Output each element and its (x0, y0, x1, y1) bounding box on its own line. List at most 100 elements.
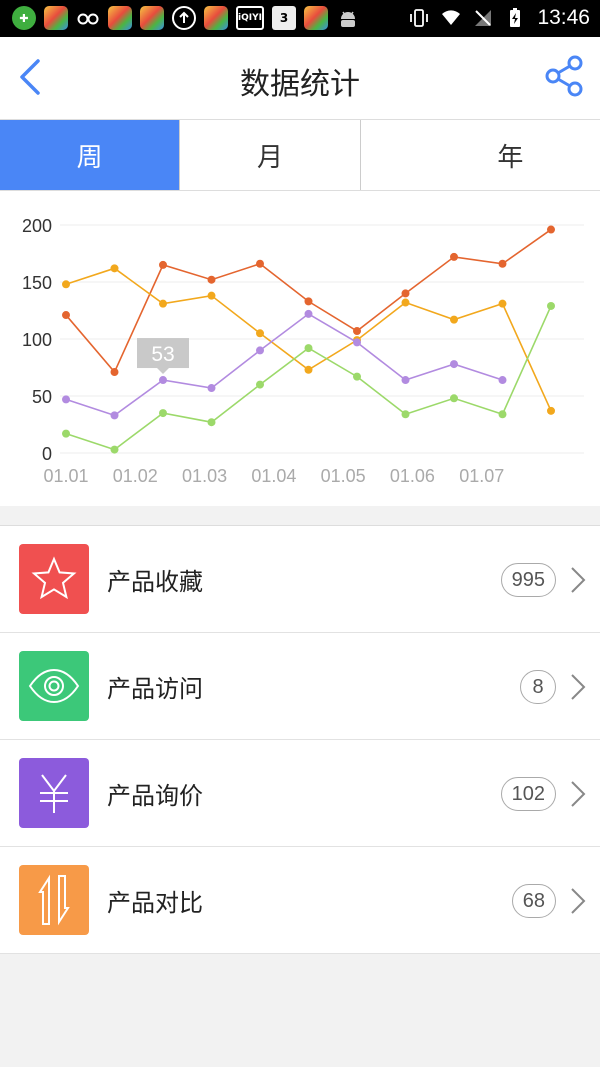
count-badge: 8 (520, 670, 556, 704)
eye-icon (19, 651, 89, 721)
star-icon (19, 544, 89, 614)
list-item-label: 产品访问 (107, 675, 203, 703)
series-line (65, 312, 503, 417)
data-point (304, 344, 313, 353)
data-point (401, 410, 410, 419)
data-point (401, 376, 410, 385)
data-point (110, 264, 119, 273)
list-item-visits[interactable]: 产品访问 8 (0, 633, 600, 740)
notification-icons: ✚ iQIYI 3 (12, 6, 360, 30)
period-tabs: 周 月 年 (0, 119, 600, 191)
x-tick-label: 01.04 (251, 466, 296, 486)
series-line (65, 305, 552, 451)
y-tick-label: 100 (22, 330, 52, 350)
data-point (353, 327, 361, 336)
y-tick-label: 150 (22, 273, 52, 293)
data-point (256, 380, 264, 389)
header: 数据统计 (0, 37, 600, 119)
data-point (304, 365, 313, 374)
tab-week[interactable]: 周 (0, 120, 181, 190)
data-point (547, 406, 555, 415)
data-point (62, 280, 70, 289)
data-point (159, 260, 167, 269)
app-icon (204, 6, 228, 30)
page-title: 数据统计 (240, 67, 360, 102)
swap-arrows-icon (19, 865, 89, 935)
upload-icon (172, 6, 196, 30)
data-point (110, 445, 119, 454)
data-point (353, 372, 361, 381)
data-point (62, 311, 70, 320)
data-point (401, 289, 410, 298)
data-point (401, 298, 410, 307)
list-item-inquiries[interactable]: 产品询价 102 (0, 740, 600, 847)
data-point (207, 418, 216, 427)
plus-app-icon: ✚ (12, 6, 36, 30)
x-tick-label: 01.01 (43, 466, 88, 486)
share-icon[interactable] (544, 55, 586, 97)
x-tick-label: 01.06 (390, 466, 435, 486)
count-badge: 68 (511, 884, 556, 918)
list-item-label: 产品收藏 (107, 568, 203, 596)
chevron-right-icon (571, 674, 586, 700)
battery-icon (510, 8, 521, 27)
data-point (207, 291, 216, 300)
list-item-compare[interactable]: 产品对比 68 (0, 847, 600, 954)
data-point (256, 329, 264, 338)
chevron-right-icon (571, 781, 586, 807)
data-point (450, 394, 458, 403)
data-point (450, 252, 458, 261)
y-tick-label: 0 (42, 444, 52, 464)
data-point (207, 384, 216, 393)
glasses-icon (76, 6, 100, 30)
data-point (304, 297, 313, 306)
data-point (498, 410, 507, 419)
chevron-right-icon (571, 888, 586, 914)
data-point (159, 376, 167, 385)
data-point (110, 368, 119, 377)
list-item-favorites[interactable]: 产品收藏 995 (0, 526, 600, 633)
data-point (498, 376, 507, 385)
app-icon (108, 6, 132, 30)
x-tick-label: 01.05 (321, 466, 366, 486)
tooltip-pointer (157, 368, 169, 375)
app-icon (304, 6, 328, 30)
stats-list: 产品收藏 995 产品访问 8 产品询价 102 产品对比 68 (0, 525, 600, 954)
x-tick-label: 01.02 (113, 466, 158, 486)
data-point (498, 259, 507, 268)
data-point (353, 338, 361, 347)
data-point (256, 346, 264, 355)
tab-year[interactable]: 年 (361, 120, 600, 190)
data-point (110, 411, 119, 420)
data-point (256, 259, 264, 268)
tab-month[interactable]: 月 (180, 120, 361, 190)
y-tick-label: 200 (22, 216, 52, 236)
x-tick-label: 01.07 (459, 466, 504, 486)
data-point (159, 409, 167, 418)
list-item-label: 产品对比 (107, 889, 203, 917)
clock: 13:46 (537, 6, 590, 29)
count-badge: 102 (500, 777, 556, 811)
data-point (547, 225, 555, 234)
tooltip-value: 53 (151, 343, 174, 366)
app-icon (44, 6, 68, 30)
data-point (304, 309, 313, 318)
no-sim-icon (475, 10, 492, 26)
calendar-icon: 3 (272, 6, 296, 30)
system-icons: 13:46 (409, 6, 590, 30)
data-point (498, 299, 507, 308)
data-point (207, 275, 216, 284)
data-point (450, 315, 458, 324)
chevron-right-icon (571, 567, 586, 593)
iqiyi-icon: iQIYI (236, 6, 264, 30)
list-item-label: 产品询价 (107, 782, 203, 810)
data-point (450, 360, 458, 369)
y-tick-label: 50 (32, 387, 52, 407)
data-point (62, 395, 70, 404)
x-tick-label: 01.03 (182, 466, 227, 486)
status-bar: ✚ iQIYI 3 13:46 (0, 0, 600, 37)
yen-icon (19, 758, 89, 828)
wifi-icon (442, 10, 461, 25)
chart-canvas: 0 50 100 150 200 01.01 01.02 01.03 01.04 01.05 01.… (22, 216, 584, 486)
vibrate-icon (410, 9, 429, 27)
